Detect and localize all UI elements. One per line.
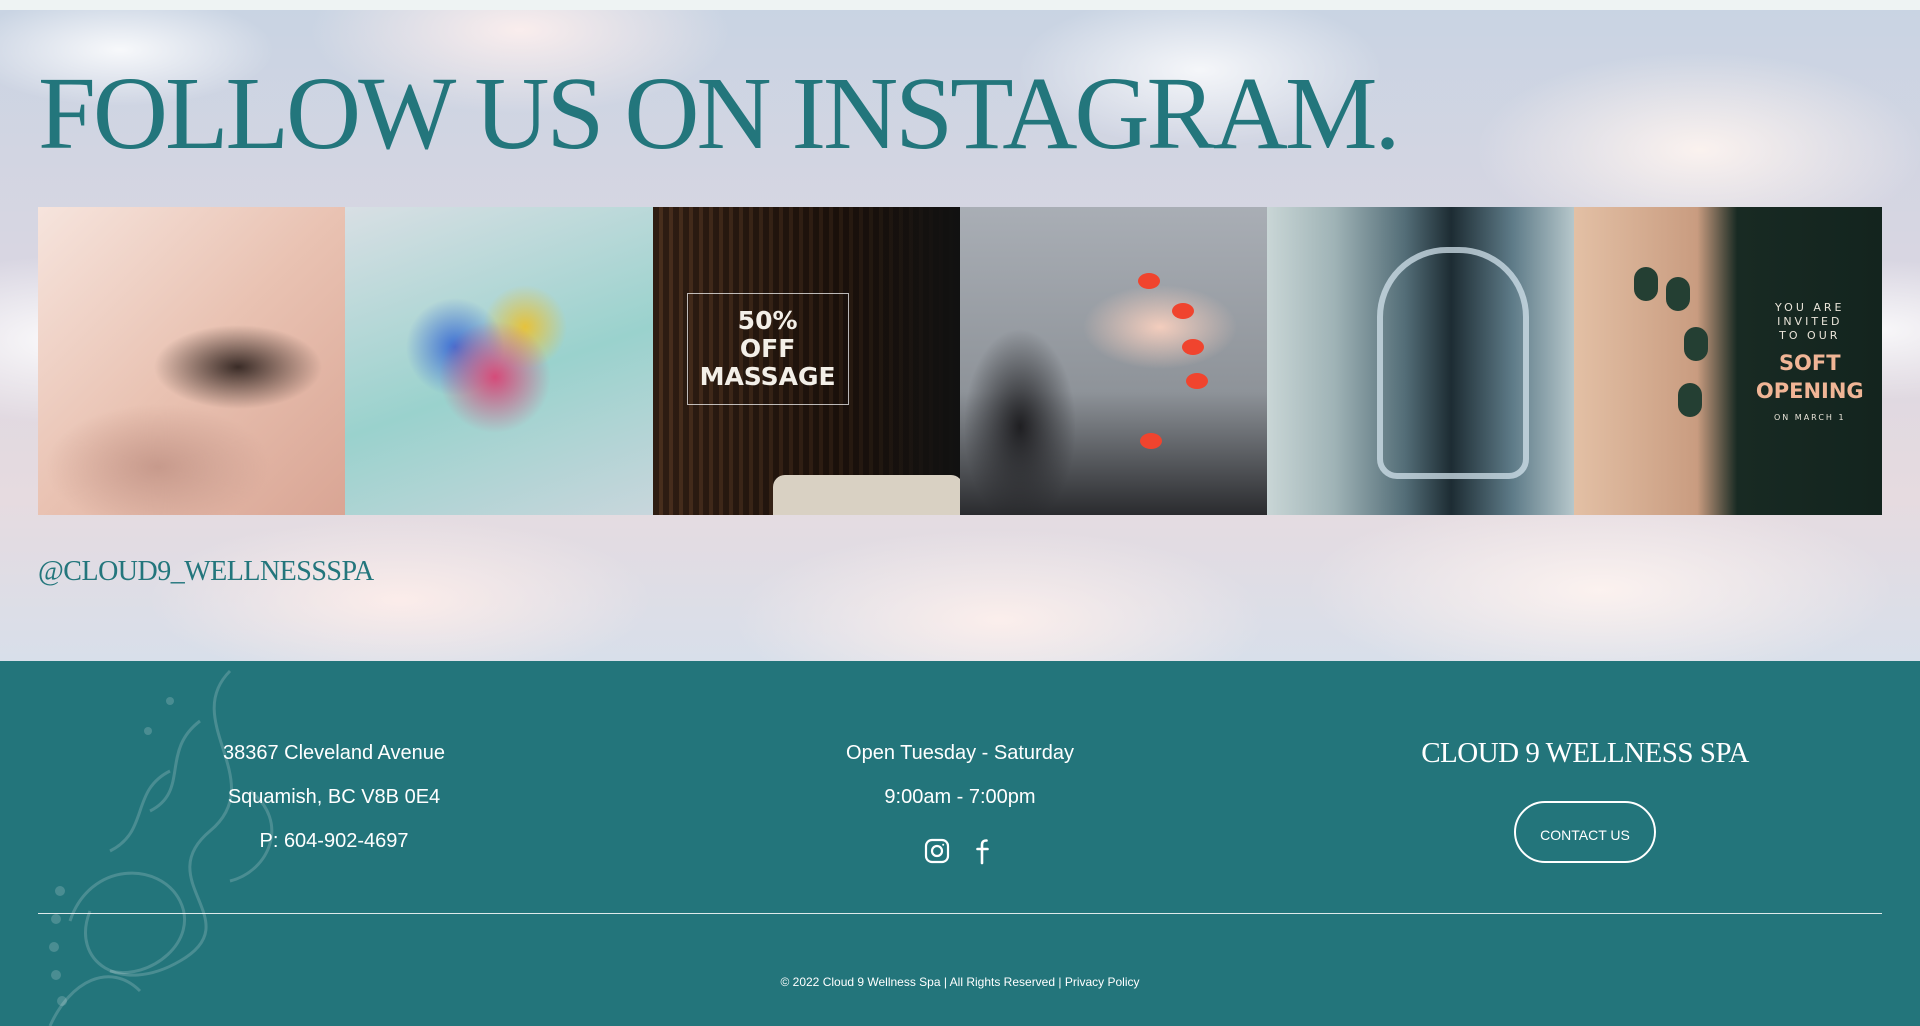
hours-column: Open Tuesday - Saturday 9:00am - 7:00pm [810, 731, 1110, 865]
instagram-heading: FOLLOW US ON INSTAGRAM. [38, 56, 1400, 171]
nail-mark [1666, 277, 1691, 311]
invite-date-text: ON MARCH 1 [1773, 412, 1846, 422]
instagram-post-eyelash[interactable] [38, 207, 346, 515]
phone-number[interactable]: P: 604-902-4697 [184, 819, 484, 863]
nail-mark [1181, 339, 1204, 355]
instagram-post-nail-swatches[interactable] [345, 207, 653, 515]
massage-bed [772, 475, 960, 515]
hours-time: 9:00am - 7:00pm [884, 786, 1036, 808]
invite-big-text: SOFT OPENING [1755, 350, 1864, 403]
instagram-icon[interactable] [924, 837, 950, 865]
footer: 38367 Cleveland Avenue Squamish, BC V8B … [0, 661, 1920, 1026]
privacy-policy-link[interactable]: Privacy Policy [1065, 975, 1140, 989]
nail-mark [1137, 273, 1160, 289]
nail-mark [1185, 373, 1208, 389]
social-links [810, 837, 1110, 865]
contact-us-button[interactable]: CONTACT US [1514, 801, 1656, 863]
facebook-icon[interactable] [970, 837, 996, 865]
instagram-post-acrylic-chair[interactable] [1267, 207, 1575, 515]
promo-text: 50% OFF MASSAGE [686, 293, 849, 405]
invite-small-text: YOU ARE INVITED TO OUR [1775, 300, 1845, 342]
nail-mark [1634, 267, 1659, 301]
address-column: 38367 Cleveland Avenue Squamish, BC V8B … [184, 731, 484, 863]
copyright-line: © 2022 Cloud 9 Wellness Spa | All Rights… [0, 975, 1920, 989]
brand-column: CLOUD 9 WELLNESS SPA CONTACT US [1385, 731, 1785, 863]
instagram-handle-link[interactable]: @CLOUD9_WELLNESSSPA [38, 556, 374, 588]
instagram-post-orange-nails[interactable] [959, 207, 1268, 515]
hours-days: Open Tuesday - Saturday [846, 742, 1074, 764]
top-bar [0, 0, 1920, 10]
nail-mark [1678, 383, 1703, 417]
nail-mark [1171, 303, 1194, 319]
chair-shape [1377, 247, 1530, 479]
copyright-text: © 2022 Cloud 9 Wellness Spa | All Rights… [780, 975, 1062, 989]
address-line-1: 38367 Cleveland Avenue [222, 742, 446, 764]
footer-brand-name: CLOUD 9 WELLNESS SPA [1421, 737, 1749, 769]
instagram-section: FOLLOW US ON INSTAGRAM. 50% OFF MASSAGE … [0, 10, 1920, 661]
soft-opening-invite: YOU ARE INVITED TO OUR SOFT OPENING ON M… [1738, 207, 1882, 515]
instagram-post-massage-promo[interactable]: 50% OFF MASSAGE [652, 207, 960, 515]
instagram-gallery: 50% OFF MASSAGE YOU ARE INVITED TO OUR S… [38, 207, 1882, 515]
instagram-post-soft-opening[interactable]: YOU ARE INVITED TO OUR SOFT OPENING ON M… [1574, 207, 1882, 515]
address-line-2: Squamish, BC V8B 0E4 [227, 786, 441, 808]
nail-mark [1139, 433, 1162, 449]
footer-divider [38, 913, 1882, 914]
nail-mark [1684, 327, 1709, 361]
